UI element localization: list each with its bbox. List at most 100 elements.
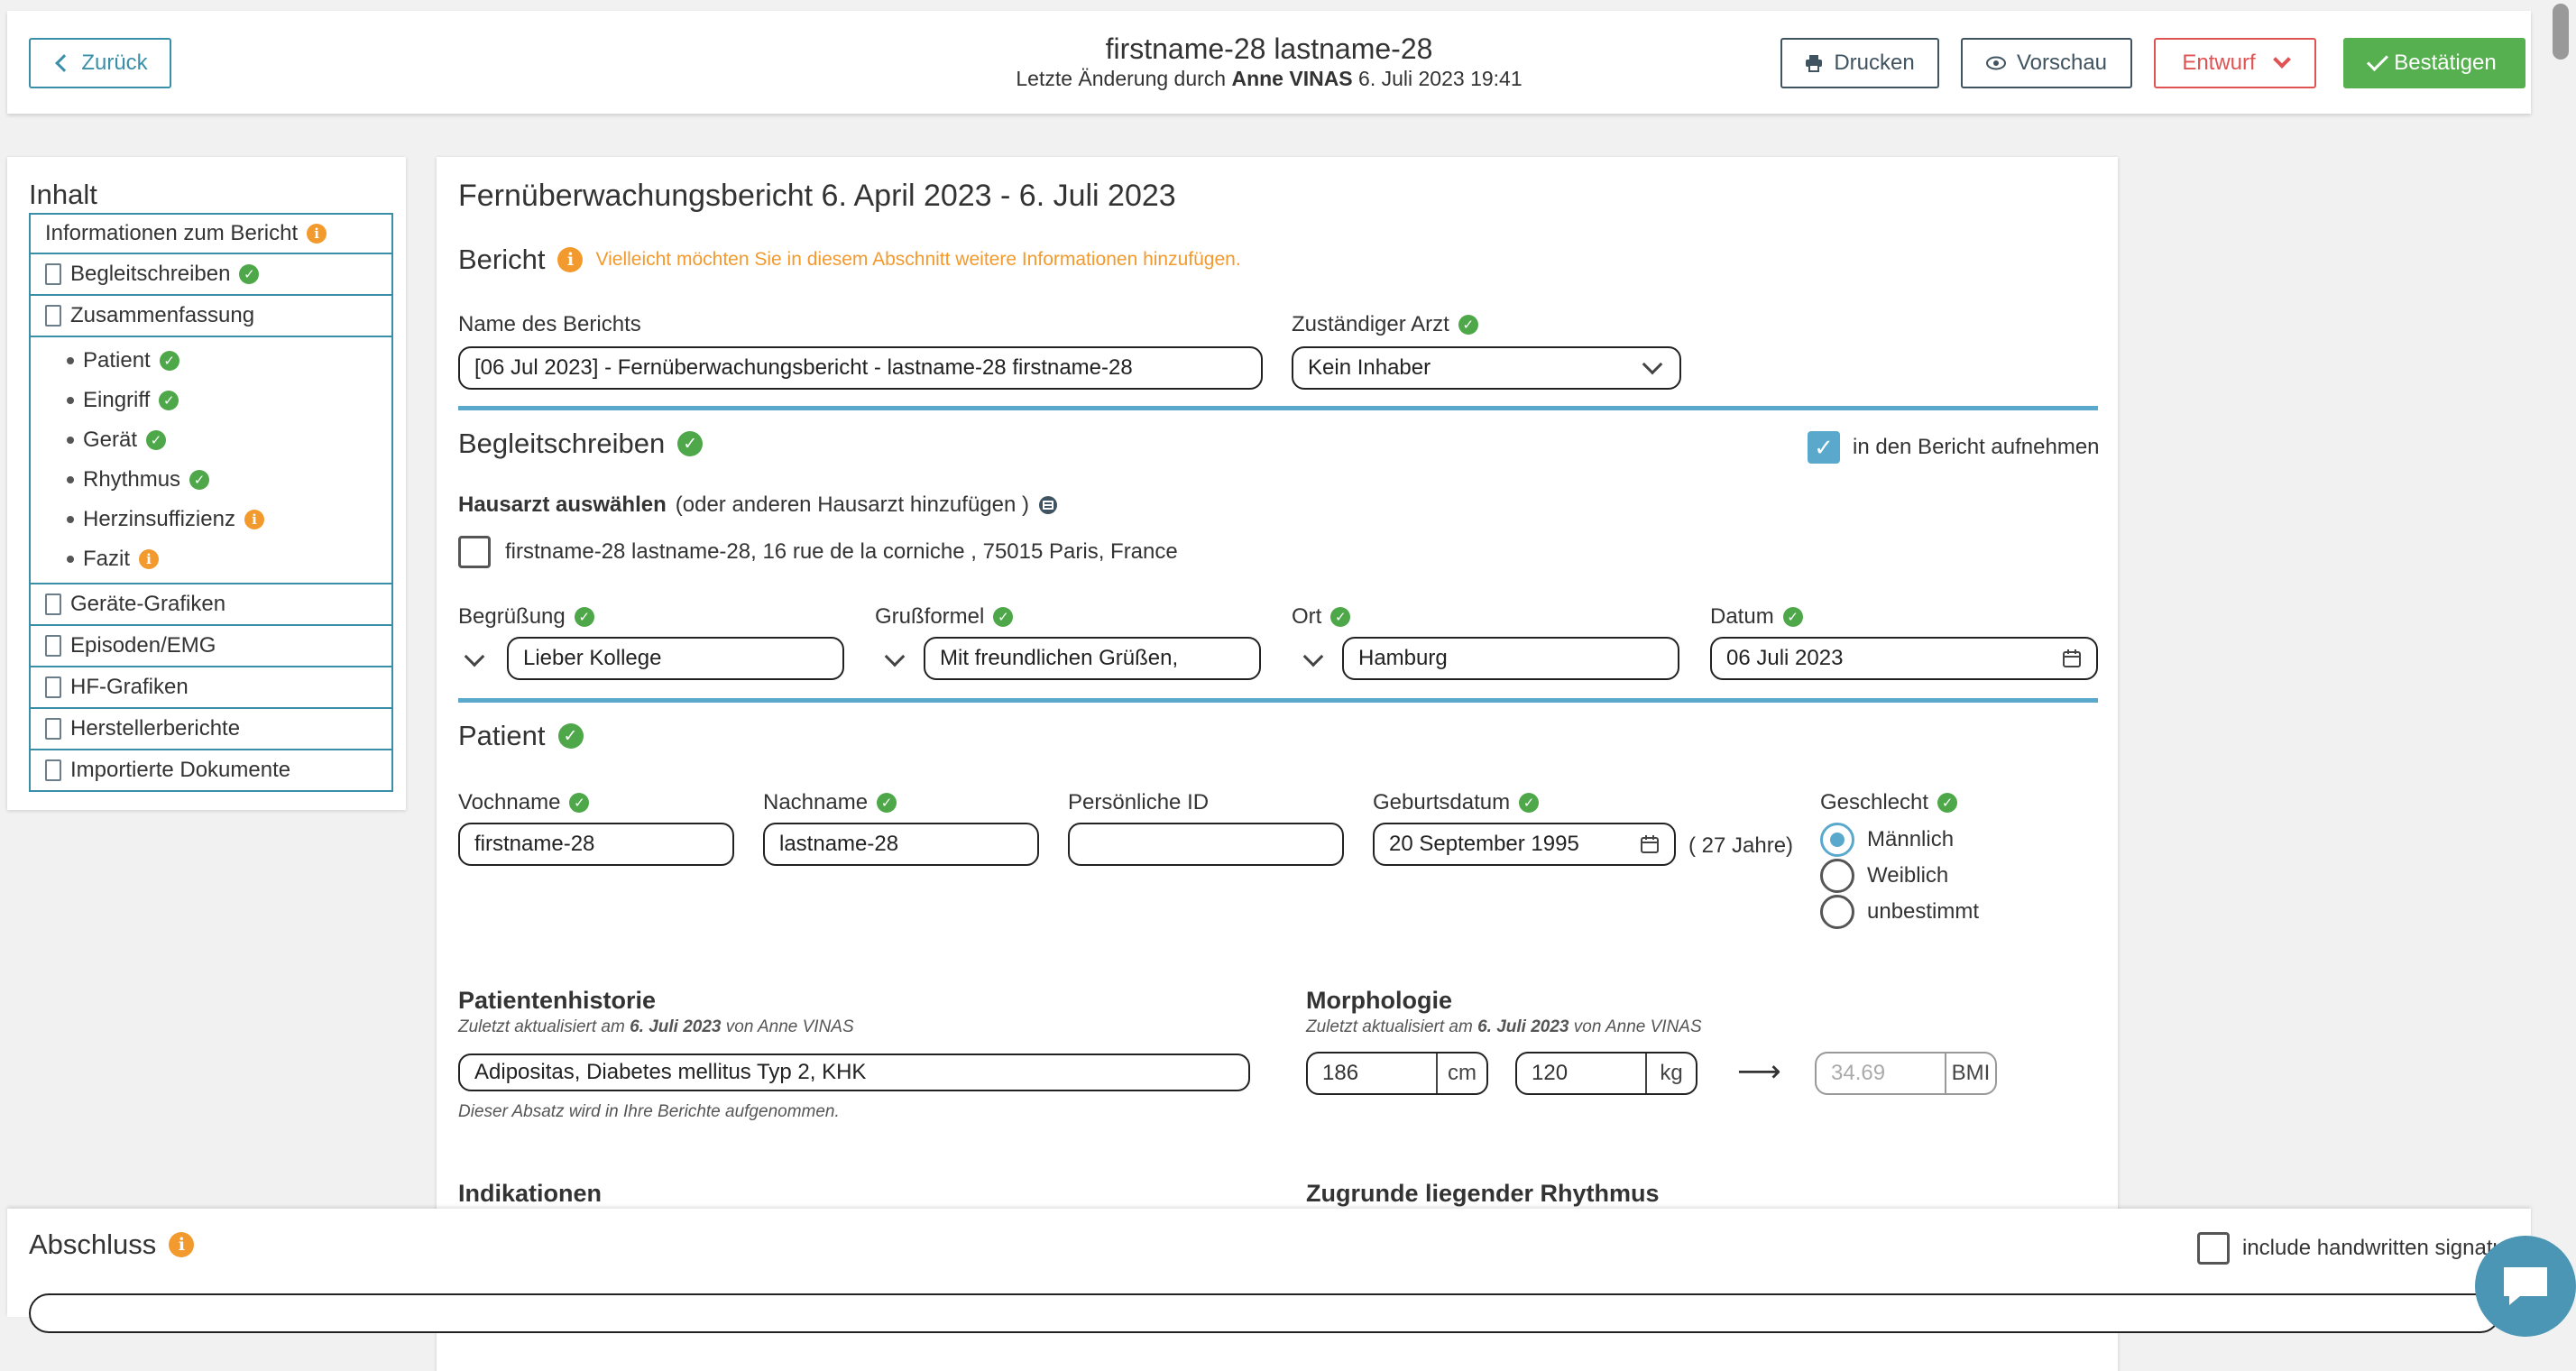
section-patient-header: Patient ✓: [458, 720, 584, 752]
check-circle-icon: ✓: [146, 430, 167, 450]
doctor-label: Zuständiger Arzt ✓: [1292, 312, 1478, 337]
draft-button-label: Entwurf: [2182, 51, 2256, 75]
document-icon: [45, 718, 61, 740]
bullet: [67, 516, 74, 523]
toc-item-geraete-grafiken[interactable]: Geräte-Grafiken: [29, 584, 393, 626]
place-dropdown-chevron-icon[interactable]: [1302, 646, 1324, 667]
chat-button[interactable]: [2475, 1236, 2576, 1337]
greeting-input[interactable]: Lieber Kollege: [507, 637, 844, 680]
toc-item-patient[interactable]: Patient ✓: [31, 341, 391, 381]
history-input[interactable]: Adipositas, Diabetes mellitus Typ 2, KHK: [458, 1054, 1250, 1091]
place-input[interactable]: Hamburg: [1342, 637, 1679, 680]
gp-option[interactable]: firstname-28 lastname-28, 16 rue de la c…: [458, 536, 1178, 568]
last-modified: Letzte Änderung durch Anne VINAS 6. Juli…: [7, 67, 2531, 91]
gp-option-label: firstname-28 lastname-28, 16 rue de la c…: [505, 539, 1178, 564]
address-book-icon[interactable]: [1038, 495, 1058, 515]
arrow-right-icon: ⟶: [1737, 1054, 1781, 1089]
toc-item-informationen[interactable]: Informationen zum Bericht i: [29, 213, 393, 254]
print-button-label: Drucken: [1834, 51, 1915, 75]
toc-item-begleitschreiben[interactable]: Begleitschreiben ✓: [29, 254, 393, 296]
signature-toggle[interactable]: include handwritten signature: [2197, 1232, 2524, 1265]
check-circle-icon: ✓: [159, 351, 179, 371]
calendar-icon[interactable]: [2062, 649, 2082, 668]
draft-status-button[interactable]: Entwurf: [2154, 38, 2316, 88]
closing-dropdown-chevron-icon[interactable]: [884, 646, 906, 667]
include-letter-checkbox[interactable]: ✓: [1808, 431, 1840, 464]
gender-radio-male[interactable]: [1820, 823, 1854, 857]
conclusion-input[interactable]: [29, 1293, 2500, 1333]
firstname-input[interactable]: firstname-28: [458, 823, 734, 866]
gender-option-undetermined[interactable]: unbestimmt: [1820, 895, 1979, 929]
greeting-label: Begrüßung ✓: [458, 604, 594, 630]
toc-item-herzinsuffizienz[interactable]: Herzinsuffizienz i: [31, 500, 391, 539]
gp-option-checkbox[interactable]: [458, 536, 491, 568]
bmi-unit: BMI: [1945, 1054, 1995, 1093]
calendar-icon[interactable]: [1640, 834, 1660, 854]
check-circle-icon: ✓: [877, 793, 897, 813]
closing-input[interactable]: Mit freundlichen Grüßen,: [924, 637, 1261, 680]
report-name-label: Name des Berichts: [458, 312, 641, 336]
scrollbar-thumb[interactable]: [2553, 4, 2569, 60]
document-icon: [45, 593, 61, 615]
gender-option-female[interactable]: Weiblich: [1820, 859, 1948, 893]
add-gp-link[interactable]: (oder anderen Hausarzt hinzufügen ): [676, 492, 1029, 518]
toc-title: Inhalt: [29, 179, 97, 210]
toc-item-label: Episoden/EMG: [70, 633, 216, 658]
toc-item-herstellerberichte[interactable]: Herstellerberichte: [29, 709, 393, 750]
info-icon: i: [169, 1232, 195, 1257]
gp-select-label: Hausarzt auswählen (oder anderen Hausarz…: [458, 492, 1058, 518]
toc-item-hf-grafiken[interactable]: HF-Grafiken: [29, 667, 393, 709]
height-value: 186: [1322, 1061, 1359, 1085]
check-circle-icon: ✓: [1782, 607, 1803, 627]
confirm-button[interactable]: Bestätigen: [2343, 38, 2525, 88]
doctor-select[interactable]: Kein Inhaber: [1292, 346, 1681, 390]
toc-item-label: Rhythmus: [83, 467, 181, 492]
toc-item-geraet[interactable]: Gerät ✓: [31, 420, 391, 460]
closing-label-text: Grußformel: [875, 604, 985, 629]
toc-item-fazit[interactable]: Fazit i: [31, 539, 391, 579]
date-input-value: 06 Juli 2023: [1726, 646, 1844, 670]
printer-icon: [1806, 55, 1823, 72]
weight-unit: kg: [1645, 1054, 1696, 1093]
info-icon: i: [557, 247, 584, 272]
history-updated: Zuletzt aktualisiert am 6. Juli 2023 von…: [458, 1017, 854, 1037]
height-input[interactable]: 186 cm: [1306, 1052, 1488, 1095]
preview-button[interactable]: Vorschau: [1961, 38, 2132, 88]
toc-item-episoden-emg[interactable]: Episoden/EMG: [29, 626, 393, 667]
toc-item-label: Eingriff: [83, 388, 151, 412]
gender-option-male[interactable]: Männlich: [1820, 823, 1954, 857]
bullet: [67, 397, 74, 404]
bmi-value: 34.69: [1831, 1061, 1886, 1085]
greeting-dropdown-chevron-icon[interactable]: [464, 646, 485, 667]
toc-item-importierte-dokumente[interactable]: Importierte Dokumente: [29, 750, 393, 792]
section-heading: Bericht: [458, 244, 546, 275]
document-icon: [45, 305, 61, 327]
check-icon: [2367, 49, 2389, 72]
signature-checkbox[interactable]: [2197, 1232, 2230, 1265]
gender-option-label: Weiblich: [1867, 863, 1949, 888]
morphology-updated: Zuletzt aktualisiert am 6. Juli 2023 von…: [1306, 1017, 1702, 1037]
height-unit: cm: [1436, 1054, 1486, 1093]
weight-input[interactable]: 120 kg: [1515, 1052, 1697, 1095]
birthdate-input[interactable]: 20 September 1995: [1373, 823, 1676, 866]
print-button[interactable]: Drucken: [1780, 38, 1939, 88]
gender-label: Geschlecht ✓: [1820, 790, 1958, 815]
date-input[interactable]: 06 Juli 2023: [1710, 637, 2098, 680]
personal-id-input[interactable]: [1068, 823, 1344, 866]
page-scrollbar[interactable]: [2549, 0, 2572, 1371]
toc-item-zusammenfassung[interactable]: Zusammenfassung: [29, 296, 393, 337]
firstname-label-text: Vochname: [458, 790, 561, 814]
signature-label: include handwritten signature: [2242, 1236, 2525, 1260]
toc-item-eingriff[interactable]: Eingriff ✓: [31, 381, 391, 420]
gender-radio-female[interactable]: [1820, 859, 1854, 893]
include-letter-toggle[interactable]: ✓ in den Bericht aufnehmen: [1808, 431, 2100, 464]
lastname-input[interactable]: lastname-28: [763, 823, 1039, 866]
toc-item-rhythmus[interactable]: Rhythmus ✓: [31, 460, 391, 500]
report-name-input[interactable]: [06 Jul 2023] - Fernüberwachungsbericht …: [458, 346, 1263, 390]
section-hint: Vielleicht möchten Sie in diesem Abschni…: [595, 249, 1241, 270]
check-circle-icon: ✓: [569, 793, 590, 813]
lastname-label-text: Nachname: [763, 790, 869, 814]
chevron-down-icon: [1642, 354, 1663, 375]
gender-radio-undetermined[interactable]: [1820, 895, 1854, 929]
toc-sidebar: Inhalt Informationen zum Bericht i Begle…: [7, 157, 406, 810]
